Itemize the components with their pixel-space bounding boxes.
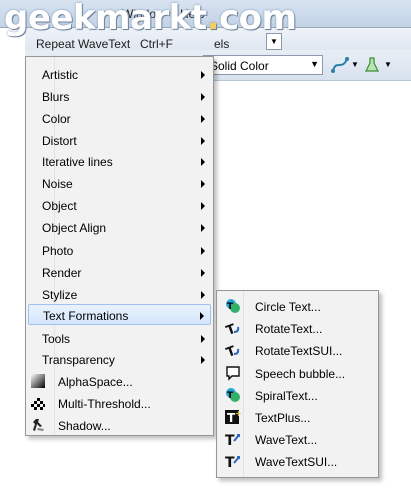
repeat-shortcut: Ctrl+F	[140, 37, 173, 51]
multi-threshold-icon	[31, 398, 45, 410]
menu-item-label: Shadow...	[58, 419, 111, 433]
submenu-item-label: Speech bubble...	[255, 367, 346, 381]
wave-text-sui-icon: T	[225, 455, 240, 469]
submenu-item-label: RotateTextSUI...	[255, 344, 343, 358]
submenu-item-label: RotateText...	[255, 322, 323, 336]
svg-text:T: T	[227, 391, 234, 401]
chevron-down-icon[interactable]: ▼	[384, 60, 392, 69]
menu-item-label: Object Align	[42, 221, 107, 235]
submenu-arrow-icon	[200, 312, 204, 320]
spiral-text-icon: T	[226, 388, 240, 402]
submenu-item-speech-bubble[interactable]: Speech bubble...	[219, 363, 376, 384]
menu-item-label: Noise	[42, 177, 73, 191]
menu-item-render[interactable]: Render	[28, 262, 211, 283]
flask-icon[interactable]	[362, 55, 382, 75]
submenu-item-text-plus[interactable]: T + TextPlus...	[219, 407, 376, 428]
submenu-arrow-icon	[201, 291, 205, 299]
menu-item-tools[interactable]: Tools	[28, 328, 211, 349]
curve-tool-icon[interactable]	[330, 55, 350, 75]
submenu-item-wave-text-sui[interactable]: T WaveTextSUI...	[219, 451, 376, 472]
menu-item-iterative-lines[interactable]: Iterative lines	[28, 151, 211, 172]
svg-text:T: T	[225, 322, 238, 336]
speech-bubble-icon	[226, 366, 240, 381]
menu-item-object[interactable]: Object	[28, 195, 211, 216]
submenu-item-wave-text[interactable]: T WaveText...	[219, 429, 376, 450]
menu-item-text-formations[interactable]: Text Formations	[28, 304, 211, 325]
partial-label: els	[214, 37, 230, 51]
menu-item-object-align[interactable]: Object Align	[28, 217, 211, 238]
submenu-item-label: WaveText...	[255, 433, 318, 447]
menu-item-label: Artistic	[42, 68, 78, 82]
submenu-arrow-icon	[201, 356, 205, 364]
menu-item-noise[interactable]: Noise	[28, 173, 211, 194]
shadow-icon	[33, 419, 44, 431]
submenu-item-circle-text[interactable]: T Circle Text...	[219, 296, 376, 317]
menu-item-label: Color	[42, 112, 71, 126]
submenu-arrow-icon	[201, 137, 205, 145]
submenu-arrow-icon	[201, 71, 205, 79]
submenu-item-label: TextPlus...	[255, 411, 311, 425]
svg-text:T: T	[225, 455, 235, 469]
menu-item-color[interactable]: Color	[28, 108, 211, 129]
menu-item-transparency[interactable]: Transparency	[28, 349, 211, 370]
submenu-arrow-icon	[201, 180, 205, 188]
submenu-item-spiral-text[interactable]: T SpiralText...	[219, 385, 376, 406]
text-formations-submenu: T Circle Text... T RotateText... T Rotat…	[216, 290, 379, 478]
repeat-wavetext-item[interactable]: Repeat WaveText	[36, 37, 130, 51]
menu-item-label: AlphaSpace...	[58, 375, 133, 389]
chevron-down-icon[interactable]: ▼	[351, 60, 359, 69]
svg-text:T: T	[225, 344, 238, 358]
fill-type-select[interactable]: Solid Color ▼	[203, 55, 323, 75]
menu-item-label: Iterative lines	[42, 155, 113, 169]
fill-type-value: Solid Color	[210, 59, 269, 73]
submenu-item-label: WaveTextSUI...	[255, 455, 338, 469]
submenu-item-rotate-text-sui[interactable]: T RotateTextSUI...	[219, 340, 376, 361]
svg-text:+: +	[235, 409, 241, 418]
menu-item-label: Tools	[42, 332, 71, 346]
rotate-text-sui-icon: T	[225, 344, 240, 358]
alphaspace-icon	[31, 374, 45, 388]
tool-strip	[0, 28, 25, 491]
svg-text:T: T	[225, 433, 235, 447]
menu-item-label: Blurs	[42, 90, 70, 104]
menu-item-label: Object	[42, 199, 77, 213]
menu-item-label: Text Formations	[43, 309, 129, 323]
chevron-down-icon: ▼	[310, 59, 319, 69]
menu-item-alphaspace[interactable]: AlphaSpace...	[28, 371, 211, 392]
menu-item-label: Transparency	[42, 353, 115, 367]
submenu-arrow-icon	[201, 224, 205, 232]
submenu-arrow-icon	[201, 247, 205, 255]
circle-text-icon: T	[226, 299, 240, 313]
menu-item-artistic[interactable]: Artistic	[28, 64, 211, 85]
menu-item-label: Photo	[42, 244, 74, 258]
rotate-text-icon: T	[225, 322, 240, 336]
submenu-item-label: SpiralText...	[255, 389, 318, 403]
watermark-logo: geekmarkt.com	[4, 0, 297, 38]
menu-item-photo[interactable]: Photo	[28, 240, 211, 261]
menu-item-label: Render	[42, 266, 82, 280]
menu-item-distort[interactable]: Distort	[28, 130, 211, 151]
submenu-arrow-icon	[201, 202, 205, 210]
submenu-item-rotate-text[interactable]: T RotateText...	[219, 318, 376, 339]
menu-item-stylize[interactable]: Stylize	[28, 284, 211, 305]
submenu-arrow-icon	[201, 269, 205, 277]
effects-menu: Artistic Blurs Color Distort Iterative l…	[25, 56, 214, 436]
submenu-item-label: Circle Text...	[255, 300, 321, 314]
menu-item-multi-threshold[interactable]: Multi-Threshold...	[28, 393, 211, 414]
submenu-arrow-icon	[201, 335, 205, 343]
menu-item-label: Multi-Threshold...	[58, 397, 151, 411]
menu-item-label: Stylize	[42, 288, 78, 302]
menu-item-label: Distort	[42, 134, 77, 148]
submenu-arrow-icon	[201, 158, 205, 166]
wave-text-icon: T	[225, 433, 240, 447]
submenu-arrow-icon	[201, 115, 205, 123]
svg-text:T: T	[227, 302, 234, 312]
menu-item-shadow[interactable]: Shadow...	[28, 415, 211, 436]
text-plus-icon: T +	[225, 409, 241, 425]
menu-item-blurs[interactable]: Blurs	[28, 86, 211, 107]
submenu-arrow-icon	[201, 93, 205, 101]
